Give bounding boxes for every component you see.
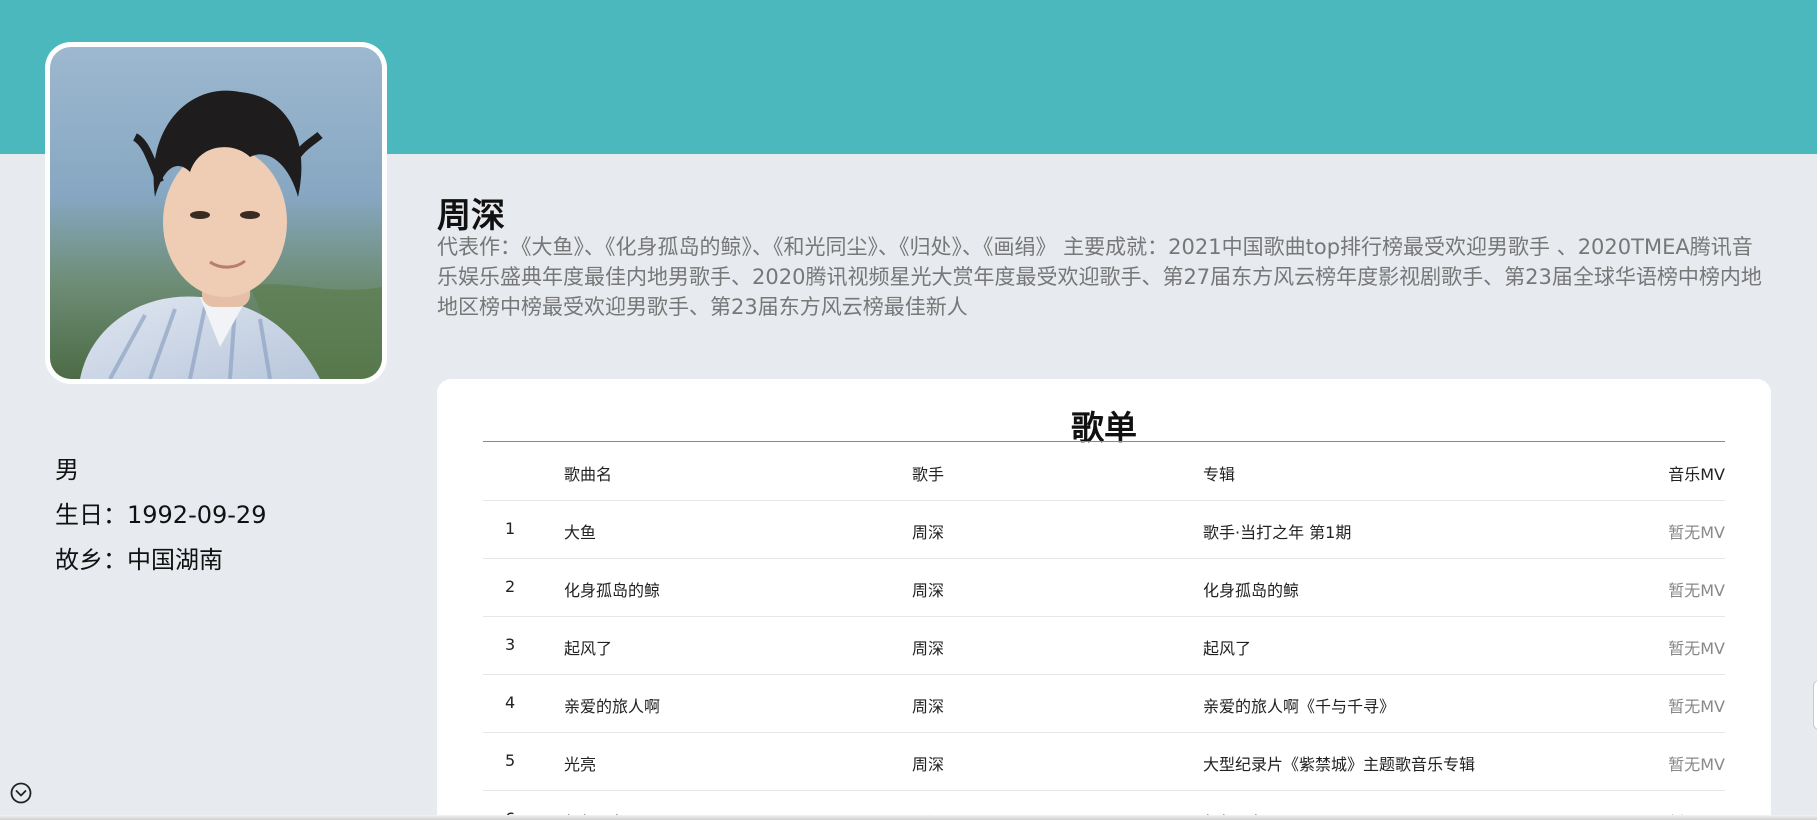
bottom-edge (0, 815, 1817, 820)
title-divider (483, 441, 1725, 442)
avatar-frame (45, 42, 387, 384)
table-row[interactable]: 4 亲爱的旅人啊 周深 亲爱的旅人啊《千与千寻》 暂无MV (483, 675, 1725, 733)
album-name[interactable]: 歌手·当打之年 第1期 (1203, 519, 1351, 543)
singer-name[interactable]: 周深 (912, 635, 944, 659)
song-name[interactable]: 起风了 (564, 635, 612, 659)
row-index: 3 (505, 635, 516, 654)
row-index: 1 (505, 519, 516, 538)
birthday-text: 生日：1992-09-29 (55, 501, 267, 529)
gender-text: 男 (55, 456, 79, 484)
row-index: 4 (505, 693, 516, 712)
header-album: 专辑 (1203, 465, 1236, 484)
table-row[interactable]: 1 大鱼 周深 歌手·当打之年 第1期 暂无MV (483, 501, 1725, 559)
header-song-name: 歌曲名 (564, 465, 613, 484)
singer-name[interactable]: 周深 (912, 577, 944, 601)
artist-page: 男 生日：1992-09-29 故乡：中国湖南 周深 代表作：《大鱼》、《化身孤… (0, 0, 1817, 820)
album-name[interactable]: 化身孤岛的鲸 (1203, 577, 1299, 601)
table-header-row: 歌曲名 歌手 专辑 音乐MV (483, 443, 1725, 501)
song-name[interactable]: 光亮 (564, 751, 596, 775)
playlist-card: 歌单 歌曲名 歌手 专辑 音乐MV 1 大鱼 周深 歌手·当打之年 第1期 暂无… (437, 379, 1771, 820)
mv-status: 暂无MV (1668, 755, 1725, 774)
mv-status: 暂无MV (1668, 697, 1725, 716)
artist-description: 代表作：《大鱼》、《化身孤岛的鲸》、《和光同尘》、《归处》、《画绢》 主要成就：… (437, 235, 1762, 319)
singer-name[interactable]: 周深 (912, 751, 944, 775)
row-index: 5 (505, 751, 516, 770)
header-singer: 歌手 (912, 465, 945, 484)
side-scroll-tab[interactable] (1813, 680, 1817, 730)
mv-status: 暂无MV (1668, 581, 1725, 600)
album-name[interactable]: 亲爱的旅人啊《千与千寻》 (1203, 693, 1395, 717)
mv-status: 暂无MV (1668, 639, 1725, 658)
profile-info: 男 生日：1992-09-29 故乡：中国湖南 (55, 448, 266, 583)
table-row[interactable]: 2 化身孤岛的鲸 周深 化身孤岛的鲸 暂无MV (483, 559, 1725, 617)
song-name[interactable]: 大鱼 (564, 519, 596, 543)
header-mv: 音乐MV (1668, 465, 1725, 484)
table-row[interactable]: 5 光亮 周深 大型纪录片《紫禁城》主题歌音乐专辑 暂无MV (483, 733, 1725, 791)
singer-name[interactable]: 周深 (912, 519, 944, 543)
song-name[interactable]: 化身孤岛的鲸 (564, 577, 660, 601)
singer-name[interactable]: 周深 (912, 693, 944, 717)
avatar (50, 47, 382, 379)
mv-status: 暂无MV (1668, 523, 1725, 542)
table-row[interactable]: 3 起风了 周深 起风了 暂无MV (483, 617, 1725, 675)
chevron-down-circle-icon[interactable] (10, 782, 32, 804)
artist-name: 周深 (437, 196, 505, 236)
album-name[interactable]: 起风了 (1203, 635, 1251, 659)
row-index: 2 (505, 577, 516, 596)
hometown-text: 故乡：中国湖南 (55, 546, 223, 574)
song-name[interactable]: 亲爱的旅人啊 (564, 693, 660, 717)
album-name[interactable]: 大型纪录片《紫禁城》主题歌音乐专辑 (1203, 751, 1475, 775)
